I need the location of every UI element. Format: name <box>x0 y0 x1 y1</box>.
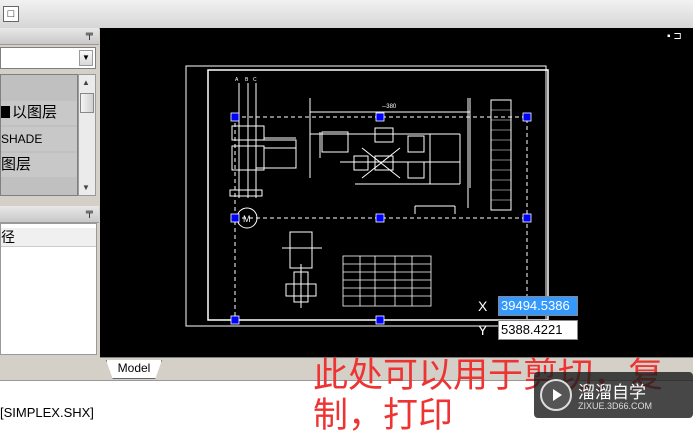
color-swatch-icon <box>1 106 10 118</box>
properties-header: ╤ <box>0 206 99 223</box>
parts-table <box>342 255 432 307</box>
grip-handle <box>522 112 532 122</box>
terminal-strip <box>467 98 512 211</box>
y-coordinate-input[interactable]: 5388.4221 <box>498 320 578 340</box>
scroll-thumb[interactable] <box>80 93 94 113</box>
mechanical-parts <box>282 231 322 308</box>
layer-list: 以图层 SHADE 图层 <box>0 74 78 196</box>
cad-drawing[interactable]: ▪ ⊐ M ABC ─380 <box>100 28 693 358</box>
palette-header: ╤ <box>0 28 99 45</box>
grip-handle <box>375 112 385 122</box>
tab-model[interactable]: Model <box>106 360 162 379</box>
label-380: ─380 <box>381 104 397 110</box>
chevron-down-icon[interactable]: ▼ <box>79 50 93 66</box>
drawing-border <box>207 69 549 321</box>
property-label: 径 <box>1 229 15 245</box>
command-history-text: [SIMPLEX.SHX] <box>0 405 94 420</box>
svg-text:B: B <box>245 77 249 83</box>
grip-handle <box>230 315 240 325</box>
layer-dropdown[interactable]: ▼ <box>0 47 96 69</box>
scrollbar[interactable]: ▲ ▼ <box>78 74 96 196</box>
property-row[interactable]: 径 <box>1 228 96 247</box>
svg-text:C: C <box>253 77 257 83</box>
power-circuit: M <box>229 83 297 229</box>
list-item-label: 以图层 <box>12 104 58 121</box>
x-coordinate-input[interactable]: 39494.5386 <box>498 296 578 316</box>
drawing-canvas[interactable]: ▪ ⊐ M ABC ─380 <box>100 28 693 358</box>
scroll-down-icon[interactable]: ▼ <box>82 183 90 192</box>
pin-icon[interactable]: ╤ <box>86 29 93 40</box>
svg-text:M: M <box>243 214 251 224</box>
scroll-up-icon[interactable]: ▲ <box>82 78 90 87</box>
x-label: X <box>478 298 488 314</box>
grip-handle <box>375 213 385 223</box>
control-circuit <box>309 98 471 214</box>
grip-handle <box>230 112 240 122</box>
list-item[interactable]: 图层 <box>1 153 77 177</box>
grip-handle <box>230 213 240 223</box>
list-item[interactable]: 以图层 <box>1 101 77 125</box>
toolbar-button[interactable]: □ <box>3 6 19 22</box>
grip-handle <box>375 315 385 325</box>
pin-icon[interactable]: ╤ <box>86 207 93 218</box>
watermark-url: ZIXUE.3D66.COM <box>578 401 653 411</box>
dynamic-input: X 39494.5386 Y 5388.4221 <box>478 294 582 344</box>
watermark: 溜溜自学 ZIXUE.3D66.COM <box>534 372 693 418</box>
y-label: Y <box>478 322 488 338</box>
top-toolbar: □ <box>0 0 693 29</box>
play-icon <box>540 379 572 411</box>
viewcube-icon: ▪ ⊐ <box>667 31 682 42</box>
list-item-label: 图层 <box>1 156 32 173</box>
selection-grips <box>230 112 532 325</box>
properties-panel: 径 <box>0 223 97 355</box>
list-item[interactable]: SHADE <box>1 127 77 151</box>
watermark-title: 溜溜自学 <box>578 383 646 402</box>
svg-text:A: A <box>235 77 239 83</box>
grip-handle <box>522 213 532 223</box>
list-item-label: SHADE <box>1 132 43 146</box>
